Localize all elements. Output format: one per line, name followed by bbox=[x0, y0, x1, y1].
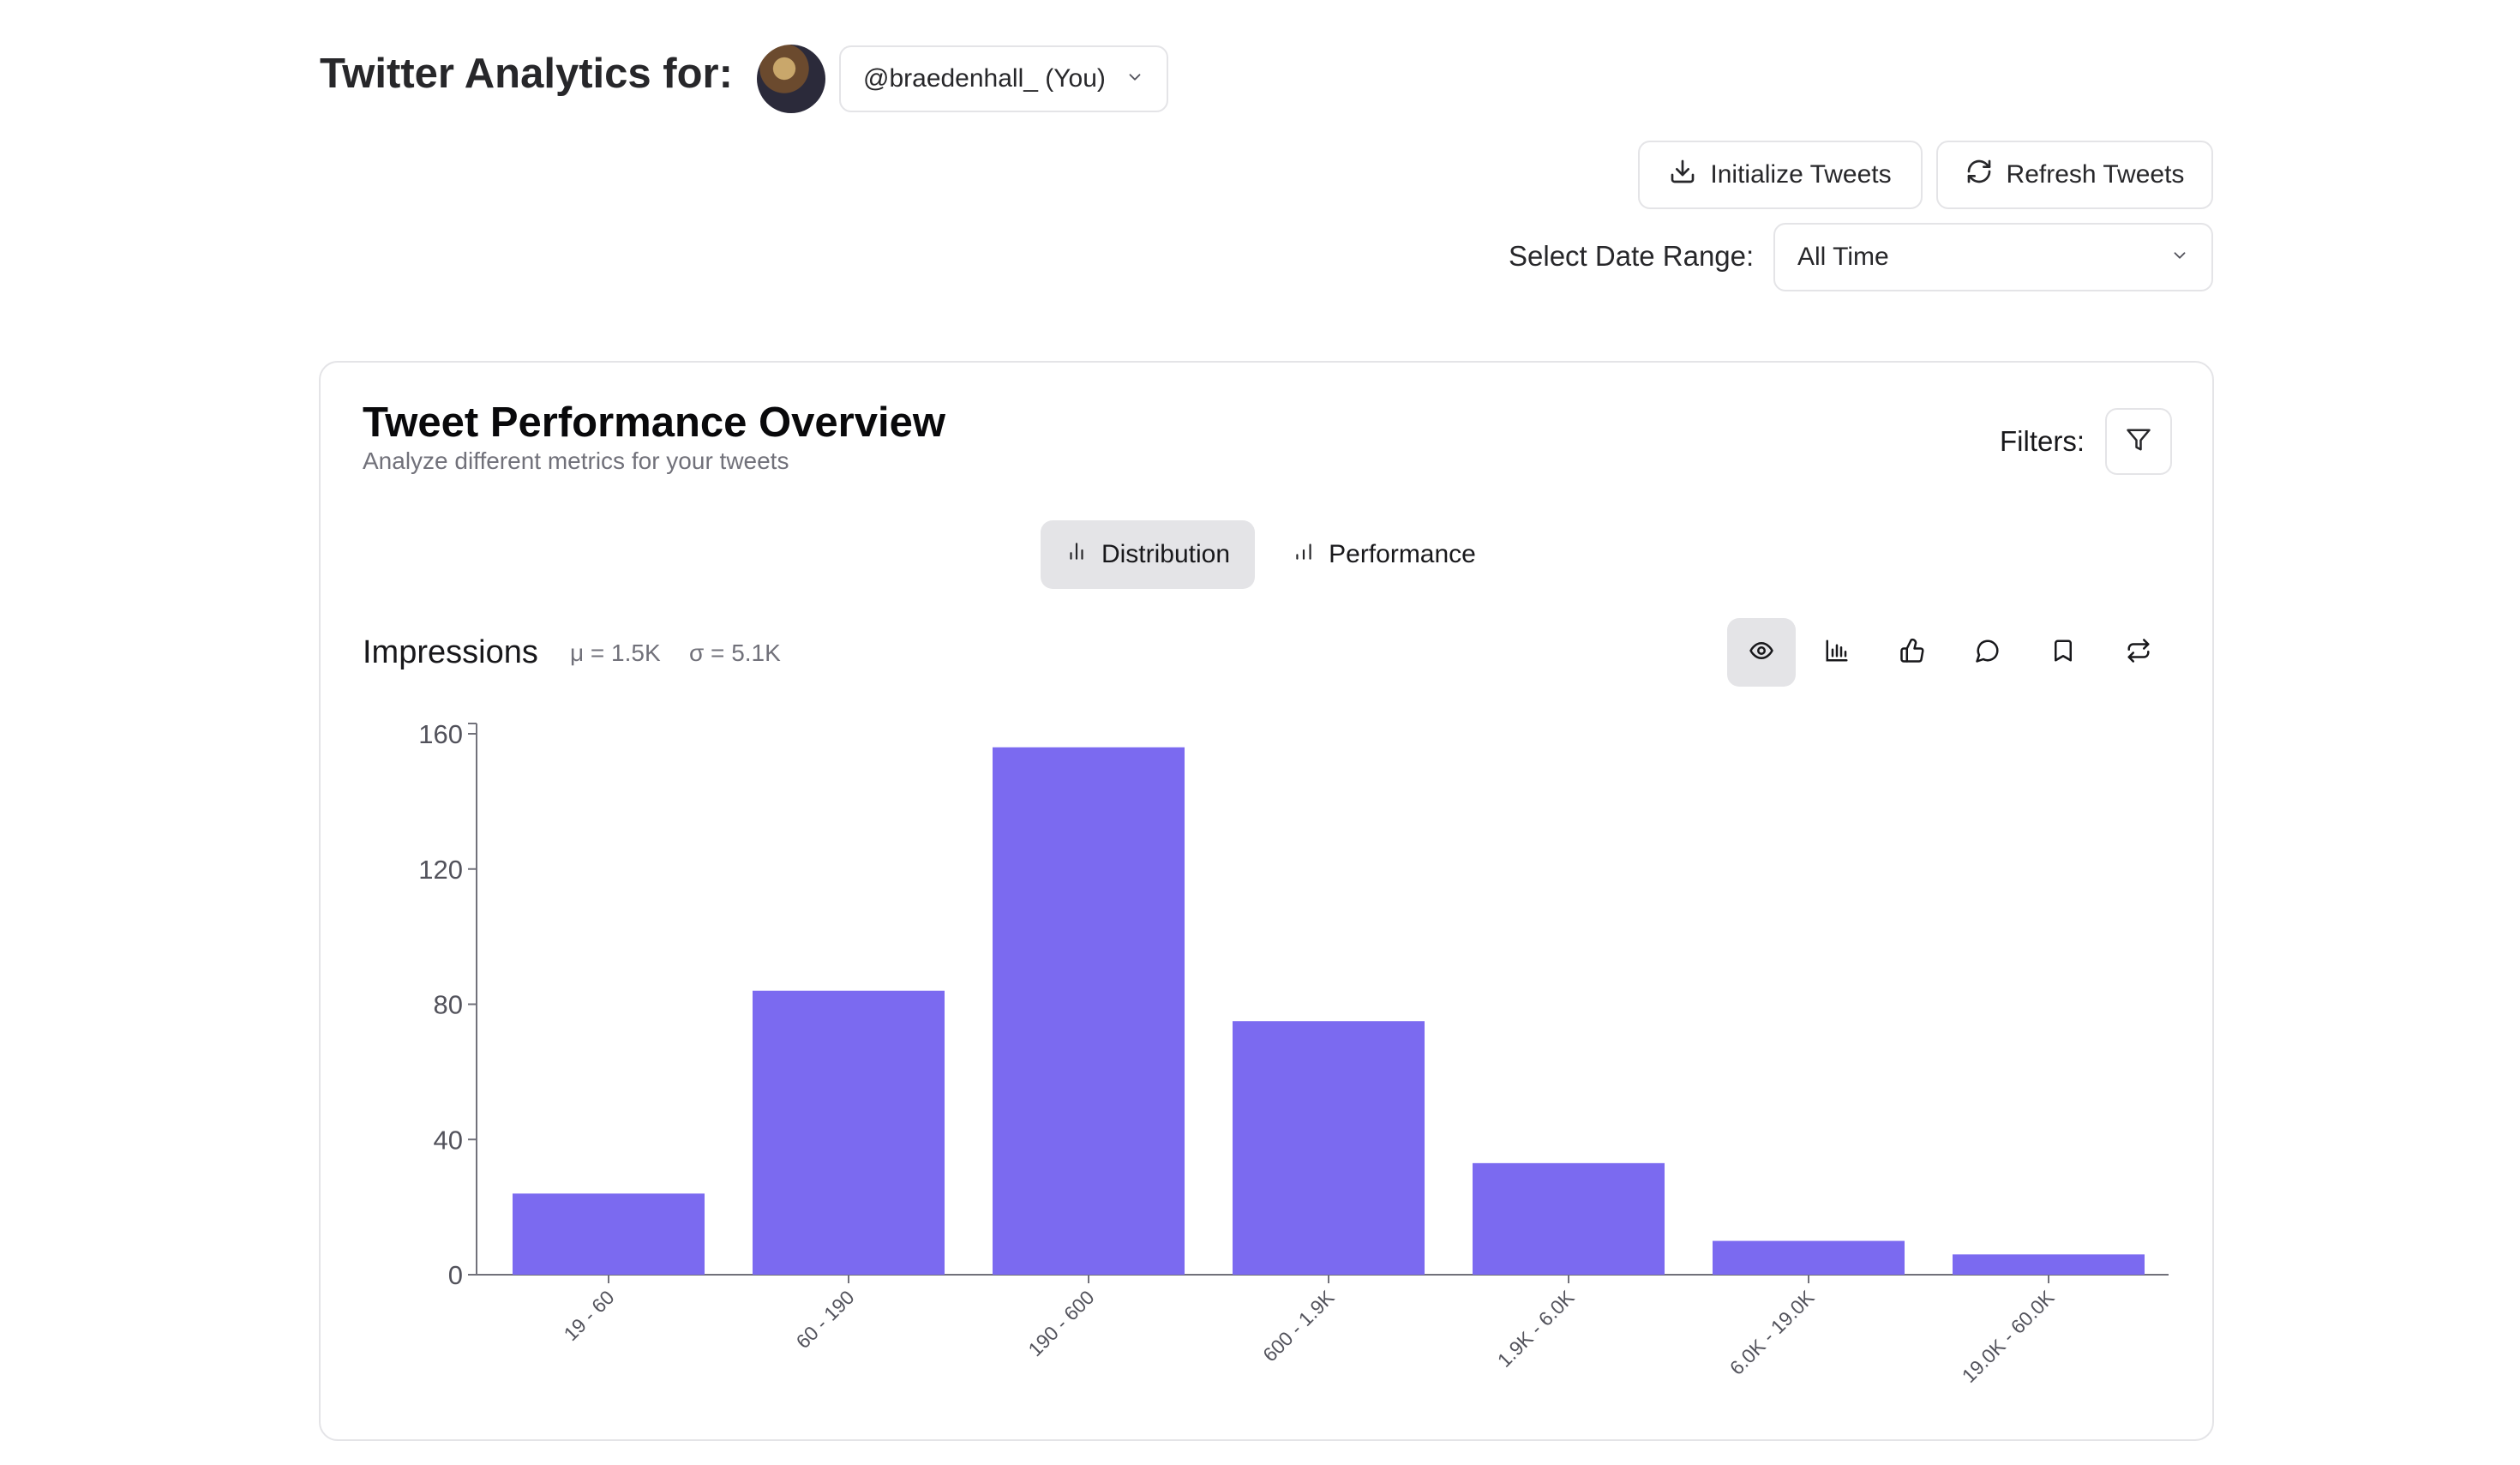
x-tick-label: 1.9K - 6.0K bbox=[1493, 1286, 1579, 1372]
x-tick-label: 19.0K - 60.0K bbox=[1958, 1286, 2059, 1387]
impressions-distribution-chart: 0 40 80 120 160 19 - 60 60 - 190 190 - 600 600 -… bbox=[418, 719, 2169, 1387]
bar bbox=[1233, 1021, 1425, 1275]
bar bbox=[513, 1193, 705, 1275]
bar bbox=[1953, 1254, 2145, 1275]
x-tick-label: 60 - 190 bbox=[791, 1286, 858, 1353]
bar bbox=[993, 747, 1185, 1275]
bar bbox=[753, 990, 945, 1275]
y-tick-label: 80 bbox=[434, 990, 463, 1020]
x-tick-label: 19 - 60 bbox=[560, 1286, 619, 1345]
y-tick-label: 160 bbox=[418, 719, 463, 749]
y-tick-label: 40 bbox=[434, 1125, 463, 1155]
x-tick-label: 600 - 1.9K bbox=[1258, 1286, 1339, 1366]
bar bbox=[1473, 1162, 1665, 1275]
x-tick-label: 6.0K - 19.0K bbox=[1725, 1286, 1819, 1379]
y-tick-label: 0 bbox=[448, 1260, 463, 1290]
bar bbox=[1713, 1240, 1905, 1275]
x-tick-label: 190 - 600 bbox=[1023, 1286, 1098, 1360]
y-tick-label: 120 bbox=[418, 855, 463, 885]
